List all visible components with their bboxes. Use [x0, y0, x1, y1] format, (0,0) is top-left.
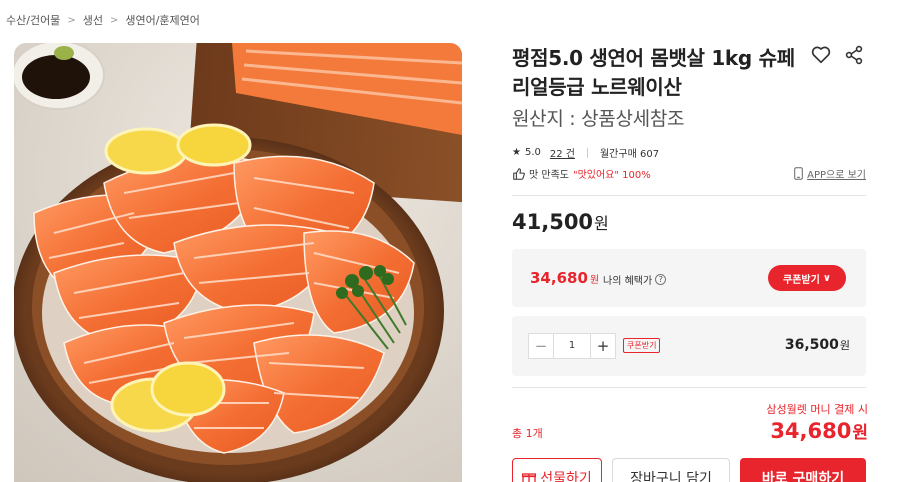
gift-button-label: 선물하기 — [540, 471, 592, 482]
action-buttons: 선물하기 장바구니 담기 바로 구매하기 — [512, 458, 866, 482]
plus-button[interactable]: + — [591, 334, 615, 358]
payment-method-label: 삼성월렛 머니 결제 시 — [766, 403, 868, 416]
rating-value: 5.0 — [524, 147, 541, 158]
rating-row: ★ 5.0 22 건 월간구매 607 — [512, 145, 659, 160]
quantity-input[interactable]: 1 — [553, 334, 591, 358]
star-icon: ★ — [512, 147, 521, 158]
chevron-down-icon: ∨ — [822, 272, 831, 284]
satisfaction-quote: "맛있어요" 100% — [572, 170, 651, 181]
breadcrumb-item-seafood[interactable]: 수산/건어물 — [6, 12, 60, 28]
monthly-sales: 월간구매 607 — [599, 149, 660, 160]
share-icon[interactable] — [844, 45, 864, 65]
coupon-download-button[interactable]: 쿠폰받기 ∨ — [768, 265, 846, 291]
option-quantity-box: − 1 + 쿠폰받기 36,500원 — [512, 316, 866, 376]
product-price-value: 41,500 — [512, 210, 594, 234]
breadcrumb: 수산/건어물 > 생선 > 생연어/훈제연어 — [6, 12, 200, 28]
breadcrumb-item-fish[interactable]: 생선 — [83, 12, 103, 28]
total-price-value: 34,680 — [770, 419, 852, 443]
satisfaction-row: 맛 만족도 "맛있어요" 100% APP으로 보기 — [512, 166, 866, 181]
currency-unit: 원 — [839, 339, 850, 352]
app-view-label: APP으로 보기 — [807, 170, 866, 181]
product-origin: 원산지 : 상품상세참조 — [512, 108, 685, 130]
chevron-right-icon: > — [109, 14, 119, 26]
coupon-button-label: 쿠폰받기 — [783, 274, 820, 286]
thumb-up-icon — [513, 167, 525, 180]
product-info-panel: 평점5.0 생연어 몸뱃살 1kg 슈페리얼등급 노르웨이산 원산지 : 상품상… — [512, 0, 868, 482]
cart-button-label: 장바구니 담기 — [630, 471, 712, 482]
benefit-price-value: 34,680 — [530, 269, 588, 287]
info-icon[interactable]: ? — [655, 274, 667, 285]
divider — [586, 147, 588, 158]
product-price: 41,500원 — [512, 210, 609, 234]
currency-unit: 원 — [594, 214, 609, 233]
phone-icon — [794, 167, 803, 180]
option-line-price-value: 36,500 — [784, 337, 839, 353]
currency-unit: 원 — [589, 275, 600, 286]
product-image[interactable] — [14, 43, 462, 482]
benefit-label: 나의 혜택가 ? — [603, 272, 667, 287]
buy-now-button[interactable]: 바로 구매하기 — [740, 458, 866, 482]
add-to-cart-button[interactable]: 장바구니 담기 — [612, 458, 730, 482]
benefit-price: 34,680 원 — [530, 269, 599, 287]
heart-icon[interactable] — [810, 44, 832, 66]
coupon-tag[interactable]: 쿠폰받기 — [623, 338, 661, 353]
gift-icon — [522, 473, 537, 482]
total-count: 총 1개 — [512, 427, 543, 440]
satisfaction-label: 맛 만족도 — [529, 170, 569, 181]
minus-button[interactable]: − — [529, 334, 553, 358]
benefit-label-text: 나의 혜택가 — [603, 276, 653, 287]
option-line-price: 36,500원 — [785, 337, 850, 353]
review-count-link[interactable]: 22 건 — [550, 145, 575, 160]
gift-button[interactable]: 선물하기 — [512, 458, 602, 482]
currency-unit: 원 — [852, 423, 868, 443]
breadcrumb-item-salmon[interactable]: 생연어/훈제연어 — [125, 12, 200, 28]
product-title: 평점5.0 생연어 몸뱃살 1kg 슈페리얼등급 노르웨이산 — [512, 46, 795, 99]
benefit-price-box: 34,680 원 나의 혜택가 ? 쿠폰받기 ∨ — [512, 249, 866, 307]
buy-button-label: 바로 구매하기 — [761, 471, 845, 482]
chevron-right-icon: > — [67, 14, 76, 26]
quantity-stepper: − 1 + — [528, 333, 616, 359]
divider — [512, 195, 866, 196]
total-price: 34,680원 — [770, 418, 868, 443]
divider — [512, 387, 866, 388]
salmon-platter-illustration — [14, 43, 462, 482]
app-view-link[interactable]: APP으로 보기 — [794, 166, 866, 181]
